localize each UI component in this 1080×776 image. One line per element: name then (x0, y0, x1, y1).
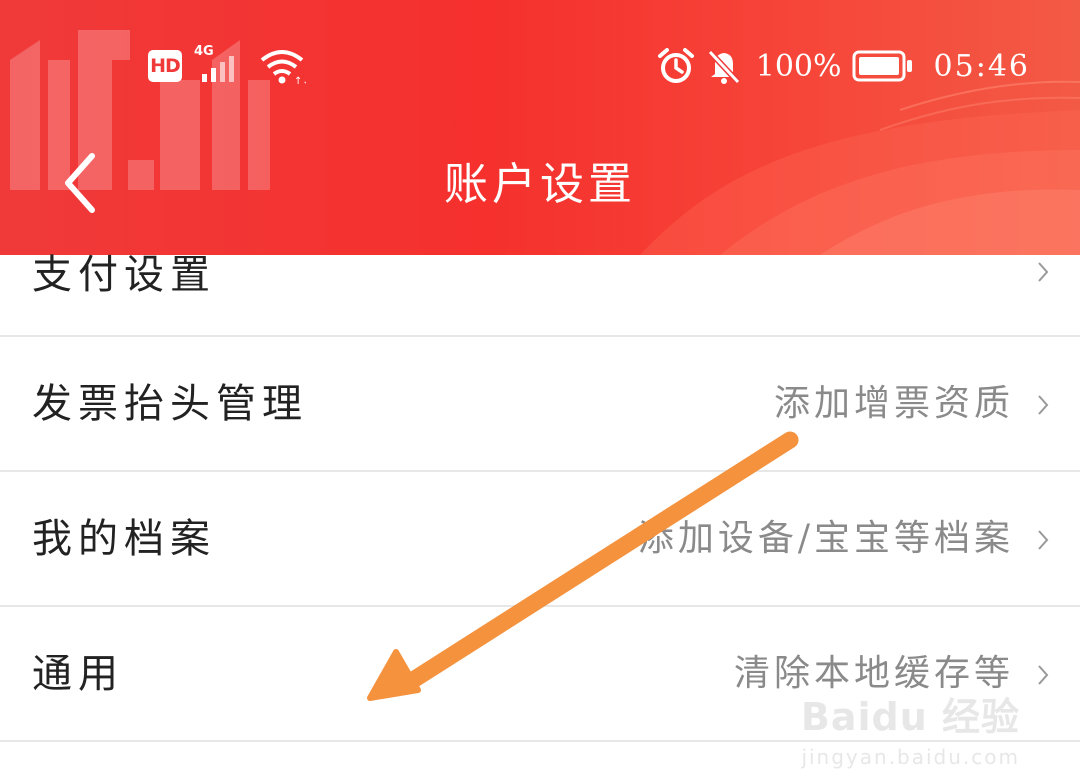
row-value: 添加增票资质 (773, 383, 1014, 424)
chevron-right-icon (1038, 530, 1049, 550)
settings-row-general[interactable]: 通用 清除本地缓存等 (0, 607, 1080, 742)
cellular-signal: 4G (194, 44, 252, 84)
page-title: 账户设置 (444, 159, 636, 210)
status-bar-left: HD 4G ↑↓ (148, 44, 306, 86)
row-label: 发票抬头管理 (32, 381, 308, 427)
mute-bell-icon (707, 49, 740, 85)
wifi-icon: ↑↓ (260, 50, 306, 86)
settings-row-invoice[interactable]: 发票抬头管理 添加增票资质 (0, 337, 1080, 472)
battery-icon (852, 50, 912, 82)
network-type-label: 4G (194, 44, 214, 59)
row-label: 支付设置 (32, 252, 216, 298)
settings-list: 支付设置 发票抬头管理 添加增票资质 我的档案 添加设备/宝宝等档案 通用 清除… (0, 255, 1080, 742)
status-time: 05:46 (933, 48, 1030, 84)
chevron-right-icon (1038, 262, 1049, 282)
status-bar-right: 100% 05:46 (656, 46, 1030, 86)
watermark-url: jingyan.baidu.com (801, 745, 1020, 769)
battery-percent: 100% (755, 48, 842, 84)
app-header: HD 4G ↑↓ (0, 0, 1080, 255)
chevron-right-icon (1038, 395, 1049, 415)
row-value: 清除本地缓存等 (733, 653, 1014, 694)
row-label: 我的档案 (32, 516, 216, 562)
svg-text:↑↓: ↑↓ (294, 76, 306, 86)
row-value: 添加设备/宝宝等档案 (637, 518, 1014, 559)
settings-row-payment[interactable]: 支付设置 (0, 255, 1080, 337)
row-label: 通用 (32, 651, 124, 697)
screen: HD 4G ↑↓ (0, 0, 1080, 776)
alarm-icon (657, 48, 694, 83)
chevron-right-icon (1038, 665, 1049, 685)
settings-row-profile[interactable]: 我的档案 添加设备/宝宝等档案 (0, 472, 1080, 607)
hd-badge: HD (148, 50, 182, 82)
